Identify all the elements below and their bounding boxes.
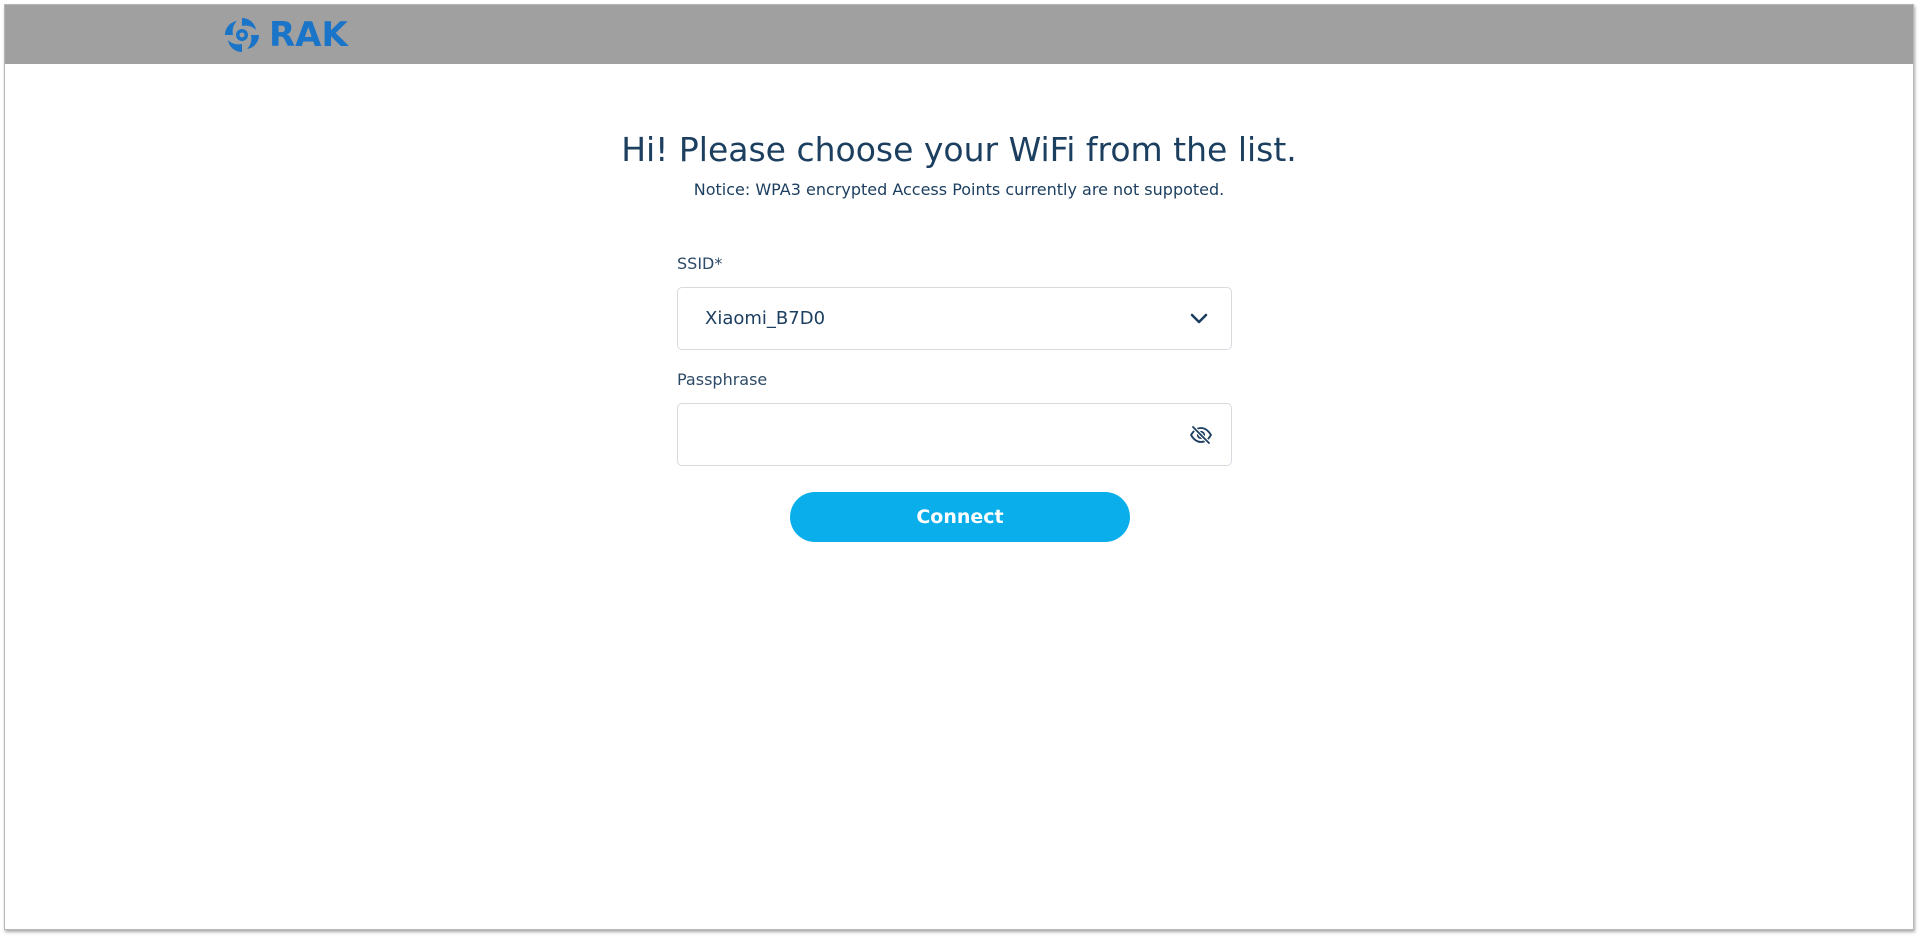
passphrase-label: Passphrase xyxy=(677,370,768,389)
ssid-label: SSID* xyxy=(677,254,723,273)
passphrase-field-wrapper xyxy=(677,403,1232,466)
browser-window: RAK Hi! Please choose your WiFi from the… xyxy=(4,4,1914,930)
connect-button[interactable]: Connect xyxy=(790,492,1130,542)
ssid-selected-value: Xiaomi_B7D0 xyxy=(705,308,826,329)
chevron-down-icon[interactable] xyxy=(1189,310,1209,328)
ssid-group: SSID* Xiaomi_B7D0 xyxy=(677,254,1232,350)
passphrase-group: Passphrase xyxy=(677,370,1232,466)
page-title: Hi! Please choose your WiFi from the lis… xyxy=(621,130,1297,169)
ssid-select[interactable]: Xiaomi_B7D0 xyxy=(677,287,1232,350)
wifi-form: SSID* Xiaomi_B7D0 Passphrase xyxy=(677,254,1232,466)
passphrase-input[interactable] xyxy=(678,404,1158,465)
rak-logo[interactable]: RAK xyxy=(222,14,348,56)
wpa3-notice: Notice: WPA3 encrypted Access Points cur… xyxy=(693,180,1225,199)
top-header-bar: RAK xyxy=(5,5,1913,64)
brand-name: RAK xyxy=(269,15,348,55)
eye-slash-icon[interactable] xyxy=(1189,423,1213,447)
rak-logo-icon xyxy=(225,18,259,52)
